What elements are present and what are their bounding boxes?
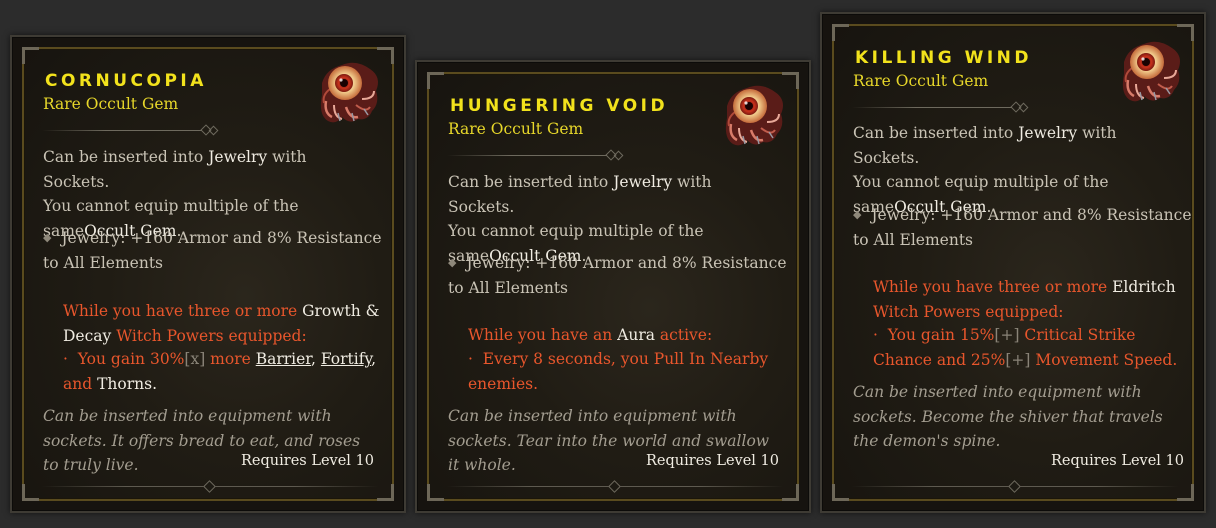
occult-gem-eye-icon bbox=[1114, 34, 1186, 106]
stat-line: ◆ Jewelry: +160 Armor and 8% Resistance … bbox=[853, 206, 1192, 249]
witch-power-condition: While you have three or more Growth & De… bbox=[63, 302, 380, 345]
witch-power-effect: · You gain 30%[x] more Barrier, Fortify,… bbox=[63, 350, 377, 393]
item-type: Rare Occult Gem bbox=[853, 72, 989, 90]
header-divider bbox=[447, 155, 607, 156]
witch-power-effect: · Every 8 seconds, you Pull In Nearby en… bbox=[468, 350, 769, 393]
stat-line: ◆ Jewelry: +160 Armor and 8% Resistance … bbox=[43, 229, 382, 272]
level-requirement: Requires Level 10 bbox=[1051, 453, 1184, 469]
item-name: KILLING WIND bbox=[855, 48, 1033, 68]
item-tooltip-hungering-void: HUNGERING VOID Rare Occult Gem Can be in… bbox=[415, 60, 811, 513]
occult-gem-eye-icon bbox=[717, 78, 789, 150]
level-requirement: Requires Level 10 bbox=[646, 453, 779, 469]
level-requirement: Requires Level 10 bbox=[241, 453, 374, 469]
item-name: HUNGERING VOID bbox=[450, 96, 669, 116]
barrier-keyword[interactable]: Barrier bbox=[256, 350, 311, 368]
stat-line: ◆ Jewelry: +160 Armor and 8% Resistance … bbox=[448, 254, 787, 297]
item-type: Rare Occult Gem bbox=[43, 95, 179, 113]
diamond-bullet-icon: ◆ bbox=[853, 208, 862, 221]
item-name: CORNUCOPIA bbox=[45, 71, 207, 91]
diamond-bullet-icon: ◆ bbox=[43, 231, 52, 244]
header-divider bbox=[852, 107, 1012, 108]
witch-power-condition: While you have three or more Eldritch Wi… bbox=[873, 278, 1176, 321]
witch-power-condition: While you have an Aura active: bbox=[468, 326, 713, 344]
fortify-keyword[interactable]: Fortify bbox=[321, 350, 371, 368]
item-tooltip-killing-wind: KILLING WIND Rare Occult Gem Can be inse… bbox=[820, 12, 1206, 513]
item-type: Rare Occult Gem bbox=[448, 120, 584, 138]
header-divider bbox=[42, 130, 202, 131]
item-tooltip-cornucopia: CORNUCOPIA Rare Occult Gem Can be insert… bbox=[10, 35, 406, 513]
occult-gem-eye-icon bbox=[312, 55, 384, 127]
flavor-text: Can be inserted into equipment with sock… bbox=[853, 383, 1163, 450]
diamond-bullet-icon: ◆ bbox=[448, 256, 457, 269]
witch-power-effect: · You gain 15%[+] Critical Strike Chance… bbox=[873, 326, 1178, 369]
